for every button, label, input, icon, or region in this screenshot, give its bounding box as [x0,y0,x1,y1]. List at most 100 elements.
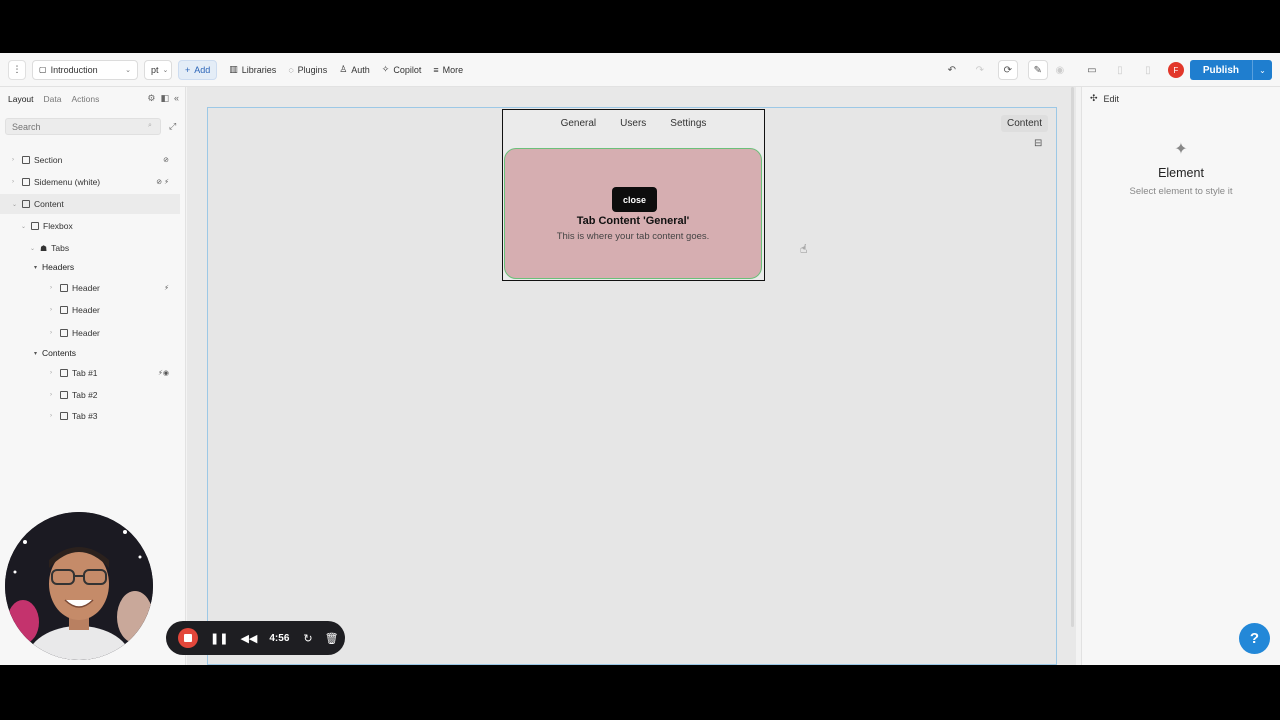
box-icon [60,329,68,337]
toolbar-right: ↶ ↷ ⟳ ✎ ◉ ▭ ▯ ▯ F Publish ⌄ [934,53,1280,87]
brush-icon: ✣ [1090,93,1098,103]
tabs-component[interactable]: General Users Settings close Tab Content… [502,109,765,281]
tab-settings[interactable]: Settings [670,118,706,129]
tab-users[interactable]: Users [620,118,646,129]
list-icon: ≡ [433,64,439,75]
chevron-right-icon: › [50,330,52,336]
design-canvas[interactable]: General Users Settings close Tab Content… [187,87,1076,665]
triangle-down-icon: ▾ [34,264,38,271]
pause-button[interactable]: ❚❚ [210,632,228,645]
mobile-view-button[interactable]: ▯ [1138,60,1158,80]
kebab-menu-icon: ⋮ [12,64,22,74]
tree-item-tab-1[interactable]: › Tab #1 ⚡◉ [0,363,180,383]
component-icon: ☗ [40,243,48,253]
tab-content-panel[interactable]: close Tab Content 'General' This is wher… [504,148,762,279]
tab-layout[interactable]: Layout [8,94,34,104]
eye-icon: ◉ [1055,64,1065,76]
publish-button[interactable]: Publish [1189,60,1252,80]
box-icon [22,178,30,186]
collapse-icon[interactable]: « [174,93,179,104]
tab-general[interactable]: General [561,118,597,129]
redo-button[interactable]: ↷ [970,60,990,80]
tree-item-flexbox[interactable]: ⌄ Flexbox [0,216,180,236]
chevron-right-icon: › [50,370,52,376]
close-button[interactable]: close [612,187,657,212]
tab-data[interactable]: Data [44,94,62,104]
desktop-view-button[interactable]: ▭ [1082,60,1102,80]
more-label: More [442,64,464,75]
page-frame[interactable]: General Users Settings close Tab Content… [207,107,1057,665]
recording-controls: ❚❚ ◀◀ 4:56 ↻ 🗑 [166,621,345,655]
tree-item-header-1[interactable]: › Header ⚡ [0,278,180,298]
tree-item-label: Tabs [51,243,70,253]
stop-recording-button[interactable] [178,628,198,648]
tree-item-sidemenu[interactable]: › Sidemenu (white) ⊘ ⚡ [0,172,180,192]
element-options-icon[interactable]: ⊟ [1034,138,1042,149]
tree-item-headers[interactable]: ▾ Headers [0,257,180,277]
rewind-button[interactable]: ◀◀ [240,632,257,645]
user-icon: ♙ [339,64,348,74]
tree-item-section[interactable]: › Section ⊘ [0,150,180,170]
tree-item-label: Tab #3 [72,411,98,421]
search-input[interactable] [5,118,161,135]
triangle-down-icon: ▾ [34,350,38,357]
monitor-icon: ▭ [1087,64,1097,76]
tab-content-description: This is where your tab content goes. [556,231,710,242]
add-label: Add [194,64,211,75]
help-chat-button[interactable]: ? [1239,623,1270,654]
box-icon [60,306,68,314]
tab-actions[interactable]: Actions [72,94,100,104]
user-avatar[interactable]: F [1167,62,1184,78]
tree-item-tabs[interactable]: ⌄ ☗ Tabs [0,238,180,258]
sparkle-icon: ✧ [381,64,390,74]
tablet-icon: ▯ [1117,64,1123,76]
chevron-down-icon: ⌄ [125,66,131,74]
chevron-right-icon: › [50,285,52,291]
tablet-view-button[interactable]: ▯ [1110,60,1130,80]
auth-button[interactable]: ♙ Auth [333,60,376,80]
tree-item-contents[interactable]: ▾ Contents [0,343,180,363]
refresh-button[interactable]: ⟳ [997,60,1018,80]
tree-item-label: Sidemenu (white) [34,177,101,187]
add-button[interactable]: + Add [178,59,218,80]
box-icon [22,200,30,208]
canvas-scrollbar[interactable] [1071,87,1074,627]
stop-icon [184,634,192,642]
tree-item-label: Header [72,305,100,315]
libraries-button[interactable]: ▥ Libraries [223,60,282,80]
expand-icon[interactable]: ⤢ [169,121,176,132]
page-select[interactable]: ▢ Introduction ⌄ [32,59,138,80]
language-select[interactable]: pt ⌄ [144,59,172,80]
restart-button[interactable]: ↻ [303,632,312,645]
delete-recording-button[interactable]: 🗑 [325,632,339,645]
recording-time: 4:56 [269,632,290,644]
book-icon: ▥ [229,64,238,74]
tree-item-tab-3[interactable]: › Tab #3 [0,406,180,426]
box-icon [22,156,30,164]
edit-mode-button[interactable]: ✎ [1027,60,1048,80]
panel-tools: ⚙ ◧ « [147,93,179,104]
main-menu-button[interactable]: ⋮ [8,59,26,80]
preview-mode-button[interactable]: ◉ [1050,60,1070,80]
redo-icon: ↷ [975,64,985,76]
tree-item-content[interactable]: ⌄ Content [0,194,180,214]
tree-item-header-3[interactable]: › Header [0,323,180,343]
tree-item-header-2[interactable]: › Header [0,300,180,320]
search-icon: ⌕ [148,122,152,129]
gear-icon[interactable]: ⚙ [147,93,155,104]
publish-options-button[interactable]: ⌄ [1252,60,1272,80]
plugins-label: Plugins [297,64,328,75]
copilot-button[interactable]: ✧ Copilot [376,60,428,80]
empty-state-title: Element [1158,166,1204,180]
layout-icon[interactable]: ◧ [160,93,169,104]
edit-tab[interactable]: ✣ Edit [1090,93,1119,104]
chevron-down-icon: ⌄ [21,223,27,230]
tree-item-tab-2[interactable]: › Tab #2 [0,385,180,405]
box-icon [60,369,68,377]
box-icon [60,284,68,292]
content-element-label[interactable]: Content [1001,115,1049,132]
undo-button[interactable]: ↶ [942,60,962,80]
plugins-button[interactable]: ◌ Plugins [282,60,333,80]
more-button[interactable]: ≡ More [427,60,469,80]
chevron-right-icon: › [12,179,14,185]
